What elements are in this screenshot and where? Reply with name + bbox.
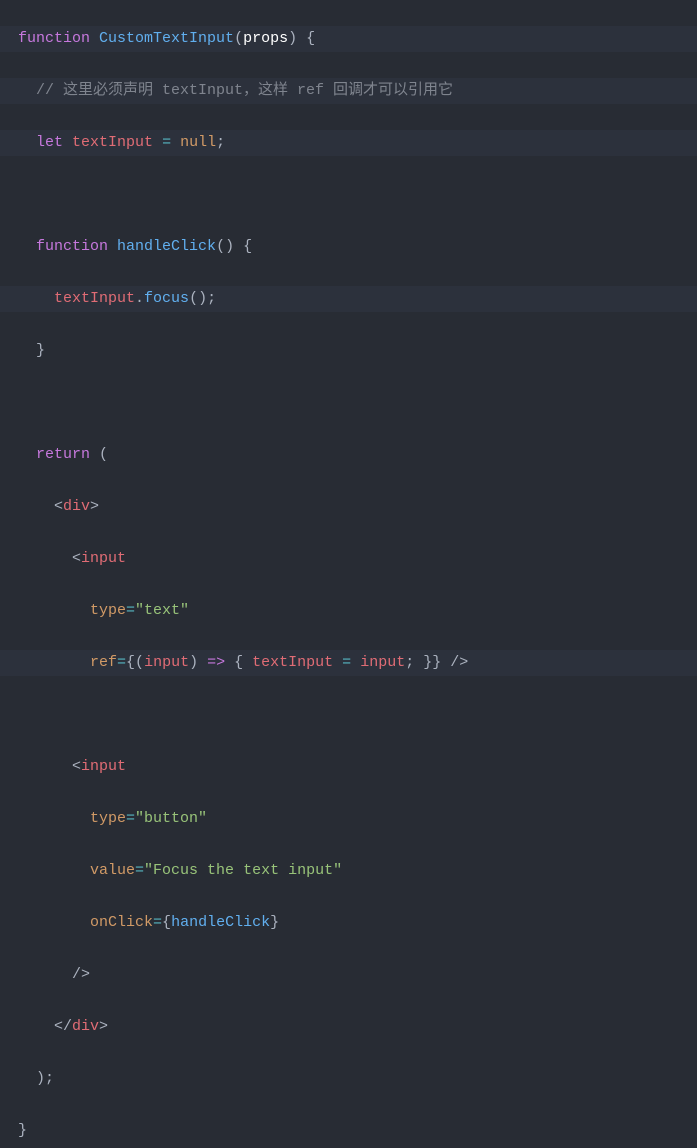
function-name: CustomTextInput xyxy=(99,30,234,47)
code-line: let textInput = null; xyxy=(0,130,697,156)
code-line: return ( xyxy=(0,442,697,468)
param: props xyxy=(243,30,288,47)
code-line: type="text" xyxy=(0,598,697,624)
code-line: function CustomTextInput(props) { xyxy=(0,26,697,52)
identifier: textInput xyxy=(54,290,135,307)
code-line: <input xyxy=(0,546,697,572)
code-line: /> xyxy=(0,962,697,988)
code-line: ); xyxy=(0,1066,697,1092)
code-line: } xyxy=(0,338,697,364)
identifier: textInput xyxy=(72,134,153,151)
keyword: function xyxy=(36,238,108,255)
code-line: textInput.focus(); xyxy=(0,286,697,312)
code-line: <div> xyxy=(0,494,697,520)
jsx-tag: input xyxy=(81,758,126,775)
code-line: type="button" xyxy=(0,806,697,832)
code-line: <input xyxy=(0,754,697,780)
jsx-attr: value xyxy=(90,862,135,879)
code-line: </div> xyxy=(0,1014,697,1040)
jsx-tag: input xyxy=(81,550,126,567)
jsx-tag: div xyxy=(72,1018,99,1035)
keyword: return xyxy=(36,446,90,463)
code-line: value="Focus the text input" xyxy=(0,858,697,884)
code-line: } xyxy=(0,1118,697,1144)
jsx-attr: type xyxy=(90,602,126,619)
code-line: ref={(input) => { textInput = input; }} … xyxy=(0,650,697,676)
jsx-attr: onClick xyxy=(90,914,153,931)
comment: // 这里必须声明 textInput，这样 ref 回调才可以引用它 xyxy=(18,82,453,99)
jsx-attr: ref xyxy=(90,654,117,671)
code-line: function handleClick() { xyxy=(0,234,697,260)
code-line xyxy=(0,702,697,728)
code-line xyxy=(0,390,697,416)
jsx-attr: type xyxy=(90,810,126,827)
code-line xyxy=(0,182,697,208)
code-line: onClick={handleClick} xyxy=(0,910,697,936)
keyword: let xyxy=(36,134,63,151)
function-name: handleClick xyxy=(117,238,216,255)
code-line: // 这里必须声明 textInput，这样 ref 回调才可以引用它 xyxy=(0,78,697,104)
jsx-tag: div xyxy=(63,498,90,515)
keyword: function xyxy=(18,30,90,47)
code-block: function CustomTextInput(props) { // 这里必… xyxy=(0,0,697,1148)
